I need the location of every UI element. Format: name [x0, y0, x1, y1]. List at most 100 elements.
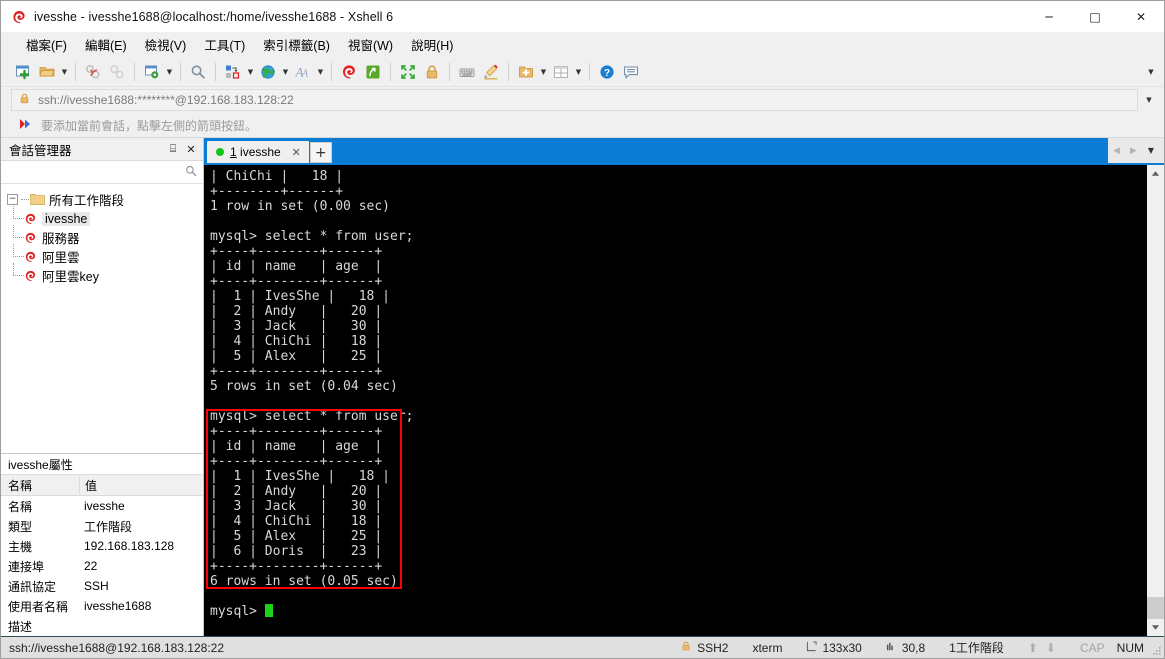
find-icon[interactable] [186, 60, 210, 84]
toolbar-separator [215, 63, 216, 81]
close-panel-icon[interactable]: ✕ [183, 140, 199, 158]
lock-icon[interactable] [420, 60, 444, 84]
keyboard-icon[interactable] [455, 60, 479, 84]
toolbar-separator [134, 63, 135, 81]
open-folder-icon[interactable] [35, 60, 59, 84]
tab-status-dot-icon [216, 148, 224, 156]
properties-col-value: 值 [79, 476, 203, 494]
address-input[interactable]: ssh://ivesshe1688:********@192.168.183.1… [11, 89, 1138, 111]
menu-file[interactable]: 檔案(F) [17, 32, 76, 57]
help-icon[interactable]: ? [595, 60, 619, 84]
disconnect-icon[interactable] [81, 60, 105, 84]
xshell-icon[interactable] [337, 60, 361, 84]
address-text: ssh://ivesshe1688:********@192.168.183.1… [38, 93, 294, 107]
add-tab-caret-icon[interactable]: ▼ [538, 60, 549, 84]
property-name: 名稱 [8, 499, 33, 514]
tab-ivesshe[interactable]: 1 ivesshe ✕ [207, 141, 309, 163]
globe-caret-icon[interactable]: ▼ [280, 60, 291, 84]
menu-view[interactable]: 檢視(V) [136, 32, 196, 57]
address-dropdown-caret-icon[interactable]: ▼ [1138, 89, 1160, 111]
download-arrow-icon: ⬇ [1045, 640, 1056, 655]
close-button[interactable]: ✕ [1118, 1, 1164, 32]
layout-icon[interactable] [549, 60, 573, 84]
toolbar-separator [331, 63, 332, 81]
properties-col-name: 名稱 [8, 478, 33, 493]
font-caret-icon[interactable]: ▼ [315, 60, 326, 84]
scrollbar-thumb[interactable] [1147, 597, 1164, 619]
address-bar: ssh://ivesshe1688:********@192.168.183.1… [1, 87, 1164, 113]
terminal-line: | 4 | ChiChi | 18 | [210, 334, 383, 349]
tab-next-icon[interactable]: ▶ [1125, 138, 1142, 163]
window-controls: ─ □ ✕ [1026, 1, 1164, 32]
maximize-button[interactable]: □ [1072, 1, 1118, 32]
tab-list-caret-icon[interactable]: ▼ [1142, 138, 1160, 163]
status-size-text: 133x30 [822, 640, 862, 655]
new-session-icon[interactable] [11, 60, 35, 84]
font-icon[interactable]: A A [291, 60, 315, 84]
sidebar-item-server[interactable]: 服務器 [1, 225, 203, 247]
new-tab-button[interactable]: + [309, 142, 332, 163]
svg-text:?: ? [604, 68, 610, 79]
tree-root-row[interactable]: − 所有工作階段 [1, 190, 203, 209]
property-name: 通訊協定 [8, 579, 57, 594]
main-body: 會話管理器 ⌸ ✕ − 所有工作階段 ivesshe 服務器 阿里雲 阿里雲ke… [1, 138, 1164, 636]
open-folder-caret-icon[interactable]: ▼ [59, 60, 70, 84]
status-protocol-text: SSH2 [697, 640, 729, 655]
transfer-caret-icon[interactable]: ▼ [245, 60, 256, 84]
highlight-icon[interactable] [479, 60, 503, 84]
session-properties-panel: ivesshe屬性 名稱 值 名稱 ivesshe 類型 工作階段 主機 192… [1, 453, 203, 636]
status-connection: ssh://ivesshe1688@192.168.183.128:22 [9, 640, 225, 655]
status-cursor-pos: 30,8 [874, 641, 937, 655]
property-name: 類型 [8, 519, 33, 534]
session-tree: − 所有工作階段 ivesshe 服務器 阿里雲 阿里雲key [1, 184, 203, 453]
terminal-scrollbar[interactable] [1146, 165, 1164, 636]
scroll-down-icon[interactable] [1147, 619, 1164, 636]
scroll-up-icon[interactable] [1147, 165, 1164, 182]
minimize-button[interactable]: ─ [1026, 1, 1072, 32]
menu-edit[interactable]: 編輯(E) [76, 32, 136, 57]
terminal-line: | id | name | age | [210, 439, 383, 454]
fullscreen-icon[interactable] [396, 60, 420, 84]
menu-tools[interactable]: 工具(T) [195, 32, 254, 57]
sidebar-item-label: 阿里雲key [42, 270, 99, 284]
property-row: 主機 192.168.183.128 [1, 536, 203, 556]
session-properties-caret-icon[interactable]: ▼ [164, 60, 175, 84]
layout-caret-icon[interactable]: ▼ [573, 60, 584, 84]
red-arrow-icon [19, 118, 33, 133]
tab-close-icon[interactable]: ✕ [290, 145, 303, 159]
transfer-icon[interactable] [221, 60, 245, 84]
toolbar-overflow-caret-icon[interactable]: ▼ [1142, 58, 1160, 86]
tab-prev-icon[interactable]: ◀ [1108, 138, 1125, 163]
search-icon[interactable] [184, 164, 198, 181]
pin-icon[interactable]: ⌸ [165, 140, 181, 158]
terminal-line: mysql> select * from user; [210, 409, 414, 424]
toolbar-separator [390, 63, 391, 81]
property-name: 描述 [8, 619, 33, 634]
tree-collapse-toggle[interactable]: − [7, 194, 18, 205]
sidebar-item-ivesshe[interactable]: ivesshe [1, 206, 203, 228]
menu-window[interactable]: 視窗(W) [339, 32, 402, 57]
chat-icon[interactable] [619, 60, 643, 84]
sidebar-item-aliyun[interactable]: 阿里雲 [1, 244, 203, 266]
menu-bar: 檔案(F) 編輯(E) 檢視(V) 工具(T) 索引標籤(B) 視窗(W) 說明… [1, 32, 1164, 58]
status-protocol: SSH2 [668, 640, 740, 655]
session-properties-icon[interactable] [140, 60, 164, 84]
terminal-output[interactable]: | ChiChi | 18 | +--------+------+ 1 row in… [204, 165, 1146, 636]
menu-tabs[interactable]: 索引標籤(B) [254, 32, 339, 57]
reconnect-icon[interactable] [105, 60, 129, 84]
terminal-line: | 3 | Jack | 30 | [210, 499, 383, 514]
menu-help[interactable]: 說明(H) [402, 32, 462, 57]
session-search-input[interactable] [7, 164, 184, 180]
sidebar-item-aliyun-key[interactable]: 阿里雲key [1, 263, 203, 285]
add-tab-icon[interactable] [514, 60, 538, 84]
terminal-line: +----+--------+------+ [210, 364, 383, 379]
globe-icon[interactable] [256, 60, 280, 84]
scrollbar-track[interactable] [1147, 182, 1164, 619]
position-icon [886, 641, 897, 655]
session-icon [23, 212, 38, 226]
xftp-icon[interactable] [361, 60, 385, 84]
resize-grip-icon[interactable] [1150, 637, 1164, 658]
terminal-line: | 1 | IvesShe | 18 | [210, 469, 391, 484]
hint-text: 要添加當前會話，點擊左側的箭頭按鈕。 [41, 118, 258, 133]
